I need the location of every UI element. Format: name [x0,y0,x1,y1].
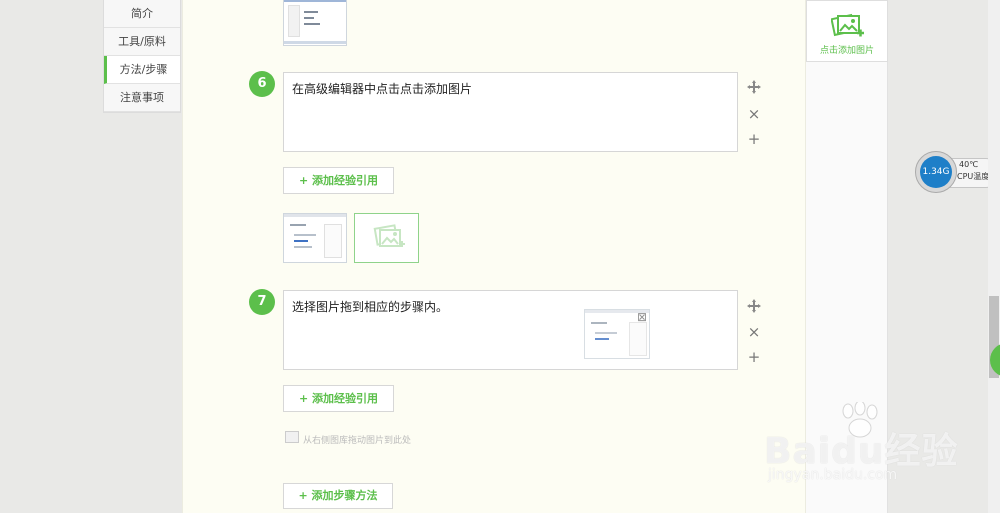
plus-icon[interactable]: + [746,349,762,365]
plus-icon[interactable]: + [746,131,762,147]
cpu-temperature: 40℃ [959,160,979,169]
step-text-editor[interactable]: 选择图片拖到相应的步骤内。 ⊠ [283,290,738,370]
nav-item-steps[interactable]: 方法/步骤 [104,56,180,84]
step-text: 选择图片拖到相应的步骤内。 [292,300,449,314]
step-number: 7 [249,289,275,315]
step-nav: 简介 工具/原料 方法/步骤 注意事项 [103,0,181,113]
step-image-thumbnail[interactable] [283,213,347,263]
add-reference-button[interactable]: + 添加经验引用 [283,167,394,194]
image-add-icon [373,224,405,247]
nav-item-tools[interactable]: 工具/原料 [104,28,180,56]
cpu-value: 1.34G [920,156,952,188]
image-add-icon [831,13,864,37]
add-reference-button[interactable]: + 添加经验引用 [283,385,394,412]
drag-hint: 从右侧图库拖动图片到此处 [303,436,412,446]
step-number: 6 [249,71,275,97]
step-image-thumbnail[interactable] [283,0,347,46]
move-icon[interactable] [746,298,762,314]
editor-column: 6 在高级编辑器中点击点击添加图片 × + + 添加经验引用 7 选择图片拖到相… [182,0,806,513]
drag-cancel-icon: ⊠ [636,310,647,324]
nav-item-intro[interactable]: 简介 [104,0,180,28]
cpu-gauge: 1.34G [915,151,957,193]
image-placeholder-icon [285,431,299,443]
step-text-editor[interactable]: 在高级编辑器中点击点击添加图片 [283,72,738,152]
watermark-url: jingyan.baidu.com [768,467,898,483]
page-scrollbar[interactable] [988,0,1000,513]
move-icon[interactable] [746,79,762,95]
cpu-temperature-label: CPU温度 [957,172,990,181]
add-image-tile[interactable] [354,213,419,263]
dragged-image[interactable]: ⊠ [584,309,650,359]
close-icon[interactable]: × [746,106,762,122]
add-image-button[interactable]: 点击添加图片 [806,0,888,62]
add-image-label: 点击添加图片 [819,46,874,56]
baidu-jingyan-watermark: Baidu经验 jingyan.baidu.com [762,402,962,492]
step-text: 在高级编辑器中点击点击添加图片 [292,82,473,96]
nav-item-notes[interactable]: 注意事项 [104,84,180,112]
close-icon[interactable]: × [746,324,762,340]
add-step-button[interactable]: + 添加步骤方法 [283,483,393,509]
